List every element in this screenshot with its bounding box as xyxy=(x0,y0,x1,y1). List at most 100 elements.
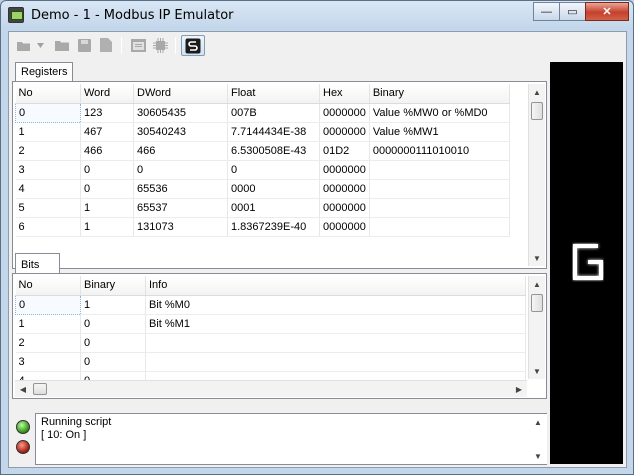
register-cell[interactable]: 4 xyxy=(15,179,81,199)
register-cell[interactable]: 0000 xyxy=(227,179,320,199)
register-cell[interactable]: 131073 xyxy=(133,217,228,237)
register-cell[interactable]: 0 xyxy=(80,179,134,199)
register-cell[interactable]: 0000000 xyxy=(319,122,370,142)
register-cell[interactable]: 65536 xyxy=(133,179,228,199)
bit-column-header[interactable]: Info xyxy=(145,276,526,296)
maximize-button[interactable]: ▭ xyxy=(559,2,586,21)
save-icon[interactable] xyxy=(75,37,93,53)
register-cell[interactable]: 0 xyxy=(15,102,81,123)
register-cell[interactable]: 65537 xyxy=(133,198,228,218)
register-cell[interactable]: 0 xyxy=(133,160,228,180)
register-row[interactable]: 2 466 466 6.5300508E-43 01D2 0000000111010010 xyxy=(15,141,510,161)
bit-cell[interactable]: Bit %M0 xyxy=(145,295,526,315)
chip-icon[interactable] xyxy=(151,37,169,53)
register-cell[interactable]: 007B xyxy=(227,103,320,123)
bit-column-header[interactable]: Binary xyxy=(80,276,146,296)
scroll-up-arrow-icon[interactable]: ▲ xyxy=(529,84,545,100)
register-cell[interactable]: 30605435 xyxy=(133,103,228,123)
scroll-thumb[interactable] xyxy=(531,102,543,120)
register-cell[interactable]: 6 xyxy=(15,217,81,237)
title-bar[interactable]: Demo - 1 - Modbus IP Emulator — ▭ ✕ xyxy=(1,1,633,29)
register-column-header[interactable]: DWord xyxy=(133,84,228,104)
bit-cell[interactable]: Bit %M1 xyxy=(145,314,526,334)
bits-vertical-scrollbar[interactable]: ▲ ▼ xyxy=(528,276,545,379)
register-cell[interactable]: 30540243 xyxy=(133,122,228,142)
register-cell[interactable]: 0 xyxy=(80,160,134,180)
register-column-header[interactable]: Hex xyxy=(319,84,370,104)
register-cell[interactable] xyxy=(369,160,510,180)
register-row[interactable]: 6 1 131073 1.8367239E-40 0000000 xyxy=(15,217,510,237)
scroll-thumb[interactable] xyxy=(33,383,47,395)
register-row[interactable]: 0 123 30605435 007B 0000000 Value %MW0 or %MD… xyxy=(15,102,510,123)
bit-cell[interactable]: 0 xyxy=(80,314,146,334)
bit-row[interactable]: 0 1 Bit %M0 xyxy=(15,294,526,315)
bit-cell[interactable]: 0 xyxy=(80,352,146,372)
registers-vertical-scrollbar[interactable]: ▲ ▼ xyxy=(528,84,545,266)
register-cell[interactable]: 1 xyxy=(80,198,134,218)
scroll-down-arrow-icon[interactable]: ▼ xyxy=(530,448,546,464)
register-cell[interactable]: 466 xyxy=(80,141,134,161)
register-cell[interactable]: 467 xyxy=(80,122,134,142)
register-cell[interactable]: 466 xyxy=(133,141,228,161)
tab-bits[interactable]: Bits xyxy=(15,253,60,274)
script-icon[interactable] xyxy=(181,35,205,56)
tab-registers[interactable]: Registers xyxy=(15,62,74,82)
open-folder-icon[interactable] xyxy=(15,37,33,53)
scroll-up-arrow-icon[interactable]: ▲ xyxy=(529,276,545,292)
folder-icon[interactable] xyxy=(53,37,71,53)
register-cell[interactable]: 0001 xyxy=(227,198,320,218)
bit-column-header[interactable]: No xyxy=(15,276,81,296)
register-cell[interactable]: 0000000 xyxy=(319,103,370,123)
register-cell[interactable]: 3 xyxy=(15,160,81,180)
bit-cell[interactable]: 0 xyxy=(80,333,146,353)
register-cell[interactable]: Value %MW1 xyxy=(369,122,510,142)
register-cell[interactable]: 0000000111010010 xyxy=(369,141,510,161)
bits-horizontal-scrollbar[interactable]: ◀ ▶ xyxy=(15,380,527,397)
scroll-thumb[interactable] xyxy=(531,294,543,312)
window-icon[interactable] xyxy=(129,37,147,53)
register-cell[interactable] xyxy=(369,198,510,218)
register-column-header[interactable]: No xyxy=(15,84,81,104)
log-vertical-scrollbar[interactable]: ▲ ▼ xyxy=(530,414,547,464)
bit-cell[interactable]: 2 xyxy=(15,333,81,353)
register-cell[interactable]: 123 xyxy=(80,103,134,123)
scroll-up-arrow-icon[interactable]: ▲ xyxy=(530,414,546,430)
close-button[interactable]: ✕ xyxy=(585,2,629,21)
register-row[interactable]: 3 0 0 0 0000000 xyxy=(15,160,510,180)
register-cell[interactable]: 01D2 xyxy=(319,141,370,161)
bit-row[interactable]: 20 xyxy=(15,333,526,353)
bit-cell[interactable] xyxy=(145,333,526,353)
bit-cell[interactable]: 1 xyxy=(15,314,81,334)
bit-row[interactable]: 30 xyxy=(15,352,526,372)
scroll-right-arrow-icon[interactable]: ▶ xyxy=(511,381,527,397)
bit-cell[interactable] xyxy=(145,352,526,372)
register-cell[interactable]: 0000000 xyxy=(319,198,370,218)
register-cell[interactable]: 1 xyxy=(15,122,81,142)
register-cell[interactable]: 0 xyxy=(227,160,320,180)
register-cell[interactable]: 0000000 xyxy=(319,160,370,180)
scroll-down-arrow-icon[interactable]: ▼ xyxy=(529,250,545,266)
bit-cell[interactable]: 3 xyxy=(15,352,81,372)
register-row[interactable]: 5 1 65537 0001 0000000 xyxy=(15,198,510,218)
register-cell[interactable]: 0000000 xyxy=(319,179,370,199)
register-column-header[interactable]: Binary xyxy=(369,84,510,104)
register-cell[interactable]: 5 xyxy=(15,198,81,218)
scroll-left-arrow-icon[interactable]: ◀ xyxy=(15,381,31,397)
dropdown-arrow-icon[interactable] xyxy=(35,37,45,53)
register-column-header[interactable]: Word xyxy=(80,84,134,104)
register-cell[interactable] xyxy=(369,179,510,199)
document-icon[interactable] xyxy=(97,37,115,53)
register-column-header[interactable]: Float xyxy=(227,84,320,104)
minimize-button[interactable]: — xyxy=(533,2,560,21)
register-cell[interactable]: 1 xyxy=(80,217,134,237)
scroll-down-arrow-icon[interactable]: ▼ xyxy=(529,363,545,379)
register-cell[interactable]: 2 xyxy=(15,141,81,161)
register-cell[interactable]: Value %MW0 or %MD0 xyxy=(369,103,510,123)
register-row[interactable]: 1 467 30540243 7.7144434E-38 0000000 Value %M… xyxy=(15,122,510,142)
register-row[interactable]: 4 0 65536 0000 0000000 xyxy=(15,179,510,199)
register-cell[interactable] xyxy=(369,217,510,237)
bit-cell[interactable]: 1 xyxy=(80,295,146,315)
register-cell[interactable]: 1.8367239E-40 xyxy=(227,217,320,237)
bit-cell[interactable]: 0 xyxy=(15,294,81,315)
script-log[interactable]: Running script [ 10: On ] ▲ ▼ xyxy=(35,413,547,465)
